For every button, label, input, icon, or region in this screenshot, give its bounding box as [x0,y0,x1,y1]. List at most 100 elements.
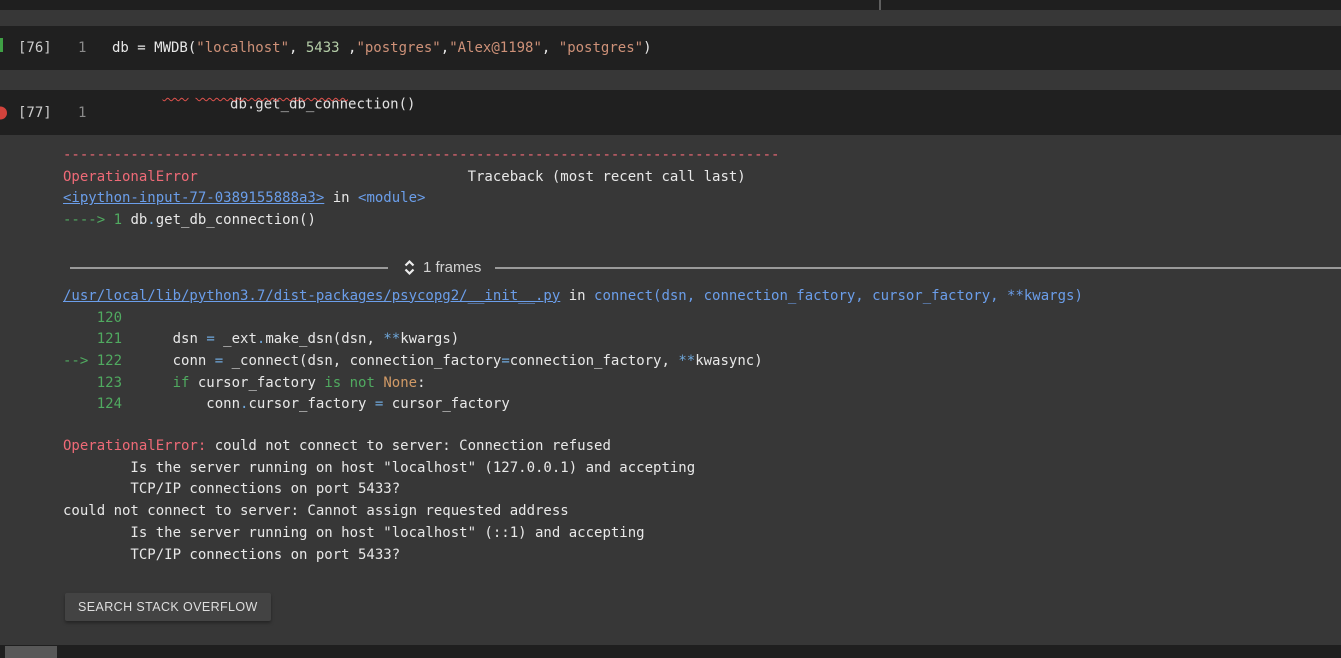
previous-cell-edge [0,0,1341,10]
code-segment: conn [122,353,215,369]
code-segment: cursor_factory [189,375,324,391]
frames-count-label: 1 frames [423,257,481,279]
code-segment: if [173,375,190,391]
traceback-line: <ipython-input-77-0389155888a3> in <modu… [63,188,1341,210]
traceback-line: OperationalError: could not connect to s… [63,436,1341,458]
code-segment: --> 122 [63,353,122,369]
divider-line-left [70,267,388,269]
code-segment: 121 [63,331,122,347]
code-segment: "localhost" [196,40,289,56]
unfold-frames-icon[interactable] [402,259,417,276]
traceback-header-block: ----------------------------------------… [63,145,1341,232]
traceback-line: 121 dsn = _ext.make_dsn(dsn, **kwargs) [63,329,1341,351]
code-segment: 5433 [306,40,340,56]
code-segment: Is the server running on host "localhost… [63,460,695,476]
code-segment [198,169,468,185]
code-segment: TCP/IP connections on port 5433? [63,481,400,497]
divider-line-right [495,267,1341,269]
code-segment: 124 [63,396,122,412]
code-segment: in [324,190,358,206]
code-segment: TCP/IP connections on port 5433? [63,547,400,563]
code-segment: None [383,375,417,391]
editor-line-number: 1 [78,40,86,56]
traceback-frame-block: /usr/local/lib/python3.7/dist-packages/p… [63,286,1341,416]
cell-output-area: ----------------------------------------… [0,135,1341,645]
code-segment: make_dsn(dsn, [265,331,383,347]
code-segment: , [542,40,559,56]
code-segment: _connect(dsn, connection_factory [223,353,501,369]
traceback-line: OperationalError Traceback (most recent … [63,167,1341,189]
execution-count-label[interactable]: [76] [18,40,52,56]
traceback-source-link[interactable]: <ipython-input-77-0389155888a3> [63,190,324,206]
code-segment: ** [383,331,400,347]
code-segment: "postgres" [559,40,643,56]
search-stack-overflow-button[interactable]: SEARCH STACK OVERFLOW [65,593,271,621]
code-segment: Is the server running on host "localhost… [63,525,645,541]
code-segment: not [350,375,375,391]
execution-count-label[interactable]: [77] [18,105,52,121]
traceback-line: --> 122 conn = _connect(dsn, connection_… [63,351,1341,373]
code-segment: dsn [122,331,206,347]
traceback-line: ----> 1 db.get_db_connection() [63,210,1341,232]
code-segment: = [206,331,214,347]
code-segment: get_db_connection() [156,212,316,228]
code-segment: db [130,212,147,228]
code-segment: kwasync) [695,353,762,369]
code-segment: "postgres" [356,40,440,56]
code-segment: could not connect to server: Connection … [215,438,611,454]
code-segment: connection_factory, [510,353,679,369]
traceback-line: could not connect to server: Cannot assi… [63,501,1341,523]
code-segment: 120 [63,310,122,326]
code-segment: cursor_factory [248,396,374,412]
traceback-source-link[interactable]: /usr/local/lib/python3.7/dist-packages/p… [63,288,560,304]
error-message-block: OperationalError: could not connect to s… [63,436,1341,566]
traceback-line: Is the server running on host "localhost… [63,458,1341,480]
cell-divider-caret [879,0,881,10]
code-segment: , [289,40,306,56]
code-segment: OperationalError [63,169,198,185]
code-segment: , [441,40,449,56]
code-segment: kwargs) [400,331,459,347]
traceback-line: ----------------------------------------… [63,145,1341,167]
traceback-line: 124 conn.cursor_factory = cursor_factory [63,394,1341,416]
code-segment: "Alex@1198" [449,40,542,56]
code-segment: : [417,375,425,391]
code-segment: _ext [215,331,257,347]
code-segment: is [324,375,341,391]
code-segment: ----------------------------------------… [63,147,779,163]
code-text[interactable]: db.get_db_connection() [230,96,415,112]
traceback-line: 120 [63,308,1341,330]
code-segment: OperationalError: [63,438,215,454]
code-segment: in [560,288,594,304]
code-segment: cursor_factory [383,396,509,412]
code-editor-line[interactable]: db = MWDB("localhost", 5433 ,"postgres",… [112,40,652,56]
cell-status-indicator [0,38,3,52]
frames-divider[interactable]: 1 frames [70,257,1341,279]
code-cell-77[interactable]: [77] 1 db.get_db_connection() db.get_db_… [0,90,1341,135]
code-segment: . [147,212,155,228]
code-segment [122,375,173,391]
traceback-line: TCP/IP connections on port 5433? [63,479,1341,501]
traceback-line: 123 if cursor_factory is not None: [63,373,1341,395]
code-segment: conn [122,396,240,412]
code-segment: could not connect to server: Cannot assi… [63,503,569,519]
code-segment [341,375,349,391]
horizontal-scrollbar-thumb[interactable] [5,646,57,658]
next-cell-edge [0,645,1341,658]
code-segment: ----> 1 [63,212,130,228]
code-segment: , [340,40,357,56]
traceback-line: db = MWDB("localhost", 5433 ,"postgres",… [112,40,652,56]
code-segment: = [215,353,223,369]
code-segment: <module> [358,190,425,206]
code-segment: ) [643,40,651,56]
code-segment: ** [678,353,695,369]
code-segment: db = MWDB( [112,40,196,56]
code-segment: = [501,353,509,369]
editor-line-number: 1 [78,105,86,121]
code-segment: connect(dsn, connection_factory, cursor_… [594,288,1083,304]
traceback-line: TCP/IP connections on port 5433? [63,545,1341,567]
error-indicator-dot [0,106,7,119]
traceback-line: Is the server running on host "localhost… [63,523,1341,545]
traceback-line: /usr/local/lib/python3.7/dist-packages/p… [63,286,1341,308]
code-segment: Traceback (most recent call last) [468,169,746,185]
